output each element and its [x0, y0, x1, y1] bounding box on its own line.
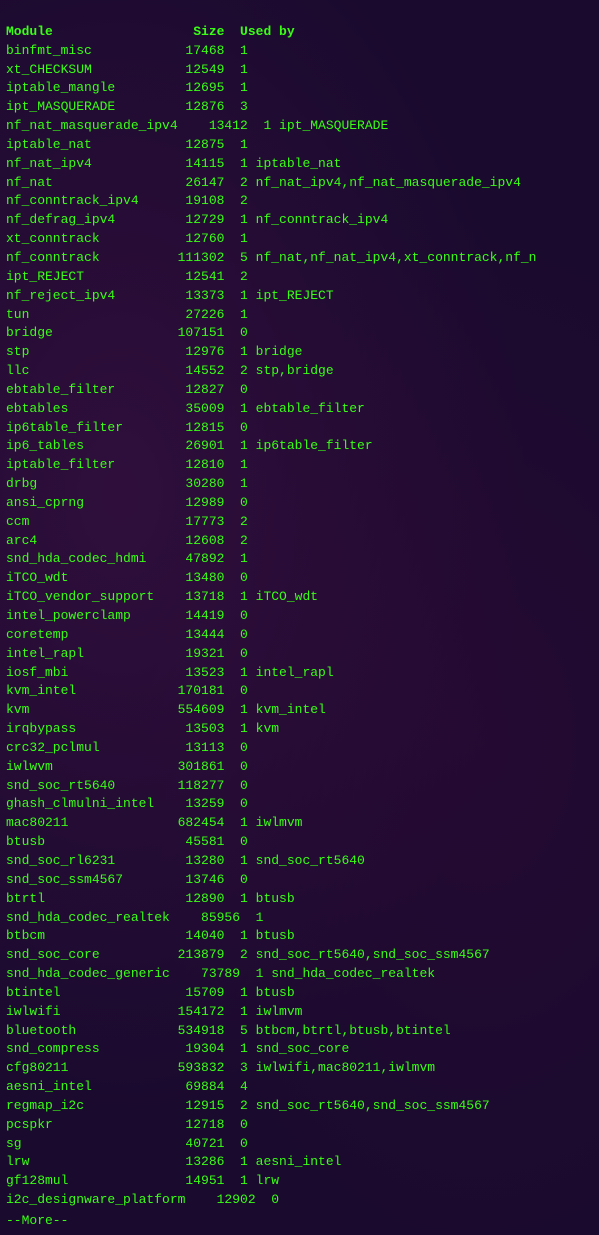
table-row: iptable_mangle 12695 1	[6, 79, 593, 98]
table-row: regmap_i2c 12915 2 snd_soc_rt5640,snd_so…	[6, 1097, 593, 1116]
table-row: nf_conntrack 111302 5 nf_nat,nf_nat_ipv4…	[6, 249, 593, 268]
table-row: intel_rapl 19321 0	[6, 645, 593, 664]
table-row: crc32_pclmul 13113 0	[6, 739, 593, 758]
table-row: coretemp 13444 0	[6, 626, 593, 645]
table-row: iptable_nat 12875 1	[6, 136, 593, 155]
table-row: pcspkr 12718 0	[6, 1116, 593, 1135]
table-row: ghash_clmulni_intel 13259 0	[6, 795, 593, 814]
table-row: gf128mul 14951 1 lrw	[6, 1172, 593, 1191]
table-row: ebtables 35009 1 ebtable_filter	[6, 400, 593, 419]
table-row: iTCO_vendor_support 13718 1 iTCO_wdt	[6, 588, 593, 607]
table-row: sg 40721 0	[6, 1135, 593, 1154]
table-row: lrw 13286 1 aesni_intel	[6, 1153, 593, 1172]
table-row: xt_conntrack 12760 1	[6, 230, 593, 249]
table-row: bridge 107151 0	[6, 324, 593, 343]
table-row: aesni_intel 69884 4	[6, 1078, 593, 1097]
more-prompt[interactable]: --More--	[6, 1212, 593, 1231]
table-row: snd_hda_codec_generic 73789 1 snd_hda_co…	[6, 965, 593, 984]
table-row: mac80211 682454 1 iwlmvm	[6, 814, 593, 833]
table-row: arc4 12608 2	[6, 532, 593, 551]
table-row: snd_hda_codec_realtek 85956 1	[6, 909, 593, 928]
table-header: Module Size Used by	[6, 24, 295, 39]
table-row: btrtl 12890 1 btusb	[6, 890, 593, 909]
table-row: iwlwvm 301861 0	[6, 758, 593, 777]
table-row: ipt_MASQUERADE 12876 3	[6, 98, 593, 117]
table-row: xt_CHECKSUM 12549 1	[6, 61, 593, 80]
table-row: snd_soc_core 213879 2 snd_soc_rt5640,snd…	[6, 946, 593, 965]
table-row: ip6table_filter 12815 0	[6, 419, 593, 438]
table-row: bluetooth 534918 5 btbcm,btrtl,btusb,bti…	[6, 1022, 593, 1041]
table-row: snd_soc_rl6231 13280 1 snd_soc_rt5640	[6, 852, 593, 871]
table-row: i2c_designware_platform 12902 0	[6, 1191, 593, 1210]
table-row: nf_defrag_ipv4 12729 1 nf_conntrack_ipv4	[6, 211, 593, 230]
table-row: nf_nat 26147 2 nf_nat_ipv4,nf_nat_masque…	[6, 174, 593, 193]
table-row: intel_powerclamp 14419 0	[6, 607, 593, 626]
table-row: snd_soc_rt5640 118277 0	[6, 777, 593, 796]
table-row: btintel 15709 1 btusb	[6, 984, 593, 1003]
table-row: snd_compress 19304 1 snd_soc_core	[6, 1040, 593, 1059]
terminal-output: Module Size Used by	[6, 4, 593, 42]
table-row: kvm_intel 170181 0	[6, 682, 593, 701]
table-row: btbcm 14040 1 btusb	[6, 927, 593, 946]
table-row: iptable_filter 12810 1	[6, 456, 593, 475]
table-row: iTCO_wdt 13480 0	[6, 569, 593, 588]
table-row: ansi_cprng 12989 0	[6, 494, 593, 513]
table-row: irqbypass 13503 1 kvm	[6, 720, 593, 739]
table-row: nf_nat_ipv4 14115 1 iptable_nat	[6, 155, 593, 174]
table-row: drbg 30280 1	[6, 475, 593, 494]
table-row: ccm 17773 2	[6, 513, 593, 532]
table-row: stp 12976 1 bridge	[6, 343, 593, 362]
table-row: nf_nat_masquerade_ipv4 13412 1 ipt_MASQU…	[6, 117, 593, 136]
table-row: iwlwifi 154172 1 iwlmvm	[6, 1003, 593, 1022]
module-list: binfmt_misc 17468 1xt_CHECKSUM 12549 1ip…	[6, 42, 593, 1210]
table-row: iosf_mbi 13523 1 intel_rapl	[6, 664, 593, 683]
table-row: llc 14552 2 stp,bridge	[6, 362, 593, 381]
table-row: nf_conntrack_ipv4 19108 2	[6, 192, 593, 211]
table-row: snd_soc_ssm4567 13746 0	[6, 871, 593, 890]
table-row: nf_reject_ipv4 13373 1 ipt_REJECT	[6, 287, 593, 306]
table-row: snd_hda_codec_hdmi 47892 1	[6, 550, 593, 569]
table-row: tun 27226 1	[6, 306, 593, 325]
table-row: ebtable_filter 12827 0	[6, 381, 593, 400]
table-row: cfg80211 593832 3 iwlwifi,mac80211,iwlmv…	[6, 1059, 593, 1078]
table-row: ip6_tables 26901 1 ip6table_filter	[6, 437, 593, 456]
table-row: btusb 45581 0	[6, 833, 593, 852]
table-row: binfmt_misc 17468 1	[6, 42, 593, 61]
table-row: kvm 554609 1 kvm_intel	[6, 701, 593, 720]
table-row: ipt_REJECT 12541 2	[6, 268, 593, 287]
